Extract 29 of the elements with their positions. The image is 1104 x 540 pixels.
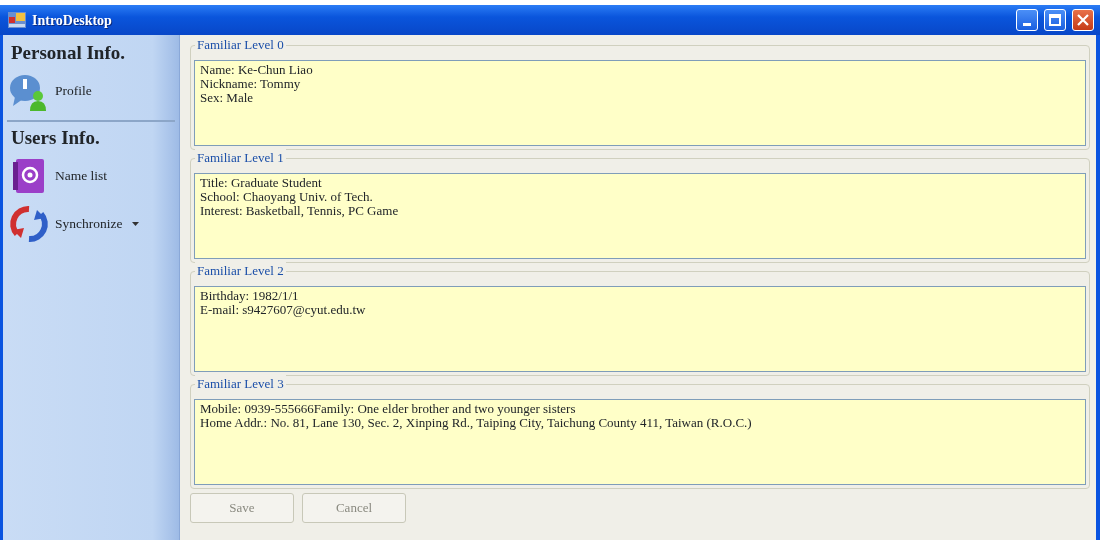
- minimize-icon: [1023, 22, 1031, 26]
- maximize-icon: [1049, 14, 1061, 26]
- field-line: Birthday: 1982/1/1: [200, 289, 300, 303]
- minimize-button[interactable]: [1016, 9, 1038, 31]
- close-button[interactable]: [1072, 9, 1094, 31]
- field-line: E-mail: s9427607@cyut.edu.tw: [200, 303, 367, 317]
- field-line: Sex: Male: [200, 91, 255, 105]
- text-field[interactable]: Birthday: 1982/1/1 E-mail: s9427607@cyut.edu.tw: [194, 286, 1086, 372]
- sidebar-item[interactable]: Synchronize: [55, 213, 123, 235]
- maximize-button[interactable]: [1044, 9, 1066, 31]
- field-line: Interest: Basketball, Tennis, PC Game: [200, 204, 400, 218]
- text-field[interactable]: Mobile: 0939-555666Family: One elder brother and two younger sisters Home Addr.: No. 81, Lane 130, Sec. 2, Xinping Rd., Taiping City, Taichung County 411, Taiwan (R.O.C.): [194, 399, 1086, 485]
- text-field[interactable]: Title: Graduate Student School: Chaoyang Univ. of Tech. Interest: Basketball, Tennis, PC Game: [194, 173, 1086, 259]
- close-icon: [1077, 14, 1089, 26]
- sync-icon: [9, 204, 49, 244]
- app-icon: [8, 12, 26, 28]
- field-line: Home Addr.: No. 81, Lane 130, Sec. 2, Xinping Rd., Taiping City, Taichung County 411, Taiwan (R.O.C.): [200, 416, 753, 430]
- field-line: Name: Ke-Chun Liao: [200, 63, 314, 77]
- field-line: Nickname: Tommy: [200, 77, 302, 91]
- text-field[interactable]: Name: Ke-Chun Liao Nickname: Tommy Sex: Male: [194, 60, 1086, 146]
- field-line: Title: Graduate Student: [200, 176, 323, 190]
- field-line: School: Chaoyang Univ. of Tech.: [200, 190, 374, 204]
- field-line: Mobile: 0939-555666Family: One elder brother and two younger sisters: [200, 402, 577, 416]
- window-title: IntroDesktop: [32, 11, 112, 30]
- sidebar-item[interactable]: Profile: [55, 81, 92, 102]
- section-heading: Users Info.: [10, 125, 101, 150]
- sidebar-item[interactable]: Name list: [55, 165, 108, 187]
- caret-icon[interactable]: [132, 222, 140, 226]
- section-heading: Personal Info.: [10, 41, 126, 65]
